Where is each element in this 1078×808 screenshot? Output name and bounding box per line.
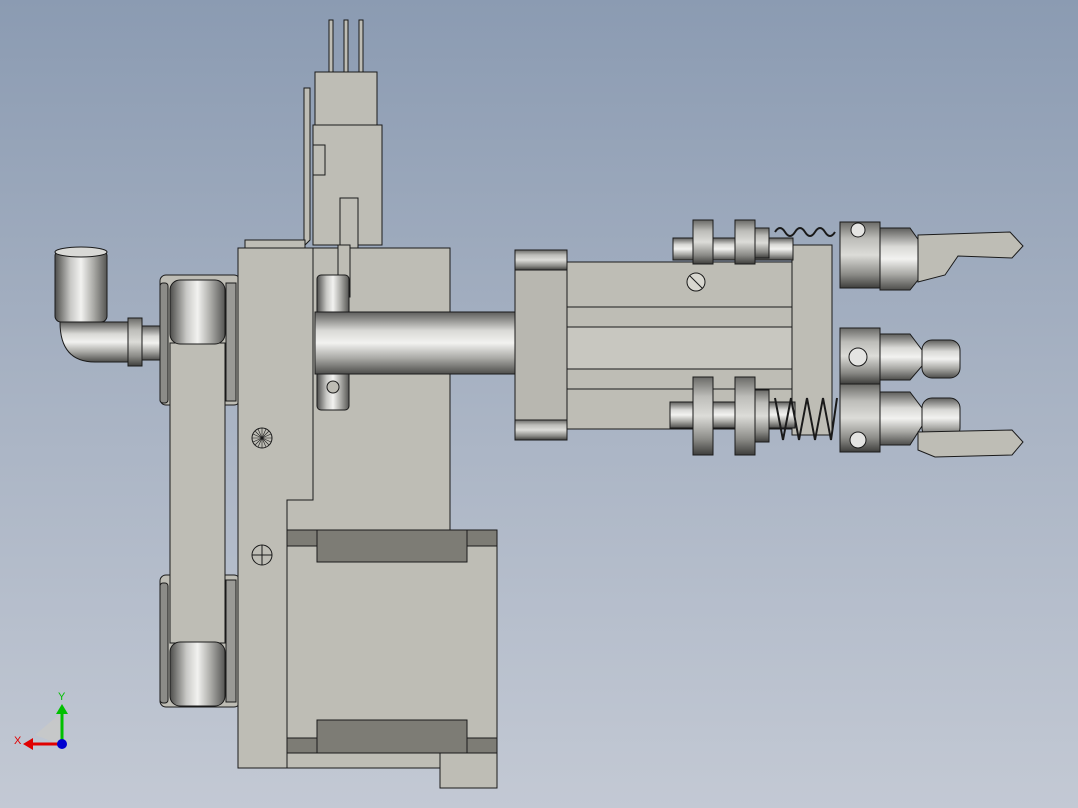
fitting-body <box>54 249 108 323</box>
motor-connector <box>439 752 498 789</box>
cylinder-rail-top <box>566 306 793 328</box>
cylinder-top <box>566 261 793 308</box>
upper-jaw-bore <box>850 222 866 238</box>
lower-nut-2 <box>734 376 756 456</box>
triad-icon: Y X <box>14 691 68 750</box>
fitting-elbow <box>59 321 129 363</box>
screw-head-icon <box>252 428 272 448</box>
lower-nut-1 <box>692 376 714 456</box>
spring-icon <box>774 227 836 237</box>
connector-pin-2 <box>343 19 349 73</box>
upper-threaded-rod <box>672 237 794 261</box>
triad-y-label: Y <box>58 691 66 703</box>
upper-washer <box>754 227 770 259</box>
fitting-nut <box>127 317 143 367</box>
assembly-drawing[interactable]: Y X <box>0 0 1078 808</box>
motor-groove-br <box>466 737 498 754</box>
upper-pulley-flange <box>159 282 169 404</box>
hex-nut-bottom <box>514 419 568 441</box>
gripper-jaws[interactable] <box>839 221 1024 458</box>
motor-bottom-band <box>316 719 468 754</box>
connector-body <box>314 71 378 128</box>
cylinder-rail-bottom <box>566 368 793 390</box>
sensor-slot <box>339 197 359 249</box>
mid-jaw-tip <box>921 339 961 379</box>
motor-groove-tl <box>286 529 318 547</box>
elbow-fitting-icon[interactable] <box>54 246 161 367</box>
cylinder-mid <box>566 326 793 370</box>
mid-jaw-nose <box>879 333 923 381</box>
sensor-window <box>312 144 326 176</box>
mid-jaw-bore <box>848 347 868 367</box>
gripper-finger-icon <box>917 429 1024 458</box>
plate-flange <box>244 239 306 249</box>
lower-jaw-nose <box>879 391 923 446</box>
gripper-finger-icon <box>917 231 1024 283</box>
belt-plate <box>169 342 226 644</box>
lower-pulley-flange <box>159 582 169 704</box>
motor-groove-bl <box>286 737 318 754</box>
connector-pin-1 <box>328 19 334 73</box>
motor-groove-tr <box>466 529 498 547</box>
upper-nut-2 <box>734 219 756 265</box>
fitting-collet <box>54 246 108 258</box>
lower-pulley-hub <box>169 641 226 707</box>
connector-pin-3 <box>358 19 364 73</box>
hex-nut-top <box>514 249 568 271</box>
fitting-thread <box>141 325 161 361</box>
sensor-bracket <box>303 87 311 248</box>
motor-top-band <box>316 529 468 563</box>
stepper-motor[interactable] <box>286 529 498 789</box>
sensor-connector[interactable] <box>303 19 383 249</box>
upper-pulley-hub <box>169 279 226 345</box>
collar-screw <box>326 380 340 394</box>
belt-drive[interactable] <box>159 274 241 708</box>
hex-nut-body <box>514 249 568 441</box>
cylinder-end-block <box>791 244 833 436</box>
upper-nut-1 <box>692 219 714 265</box>
cad-viewport[interactable]: Y X <box>0 0 1078 808</box>
triad-x-label: X <box>14 735 22 747</box>
upper-jaw-nose <box>879 227 923 291</box>
lower-washer <box>754 389 770 443</box>
upper-pulley-teeth <box>225 282 237 402</box>
lower-pulley-teeth <box>225 579 237 703</box>
main-shaft[interactable] <box>314 311 521 375</box>
lower-jaw-bore <box>849 431 867 449</box>
shaft-hex-nut[interactable] <box>514 249 568 441</box>
